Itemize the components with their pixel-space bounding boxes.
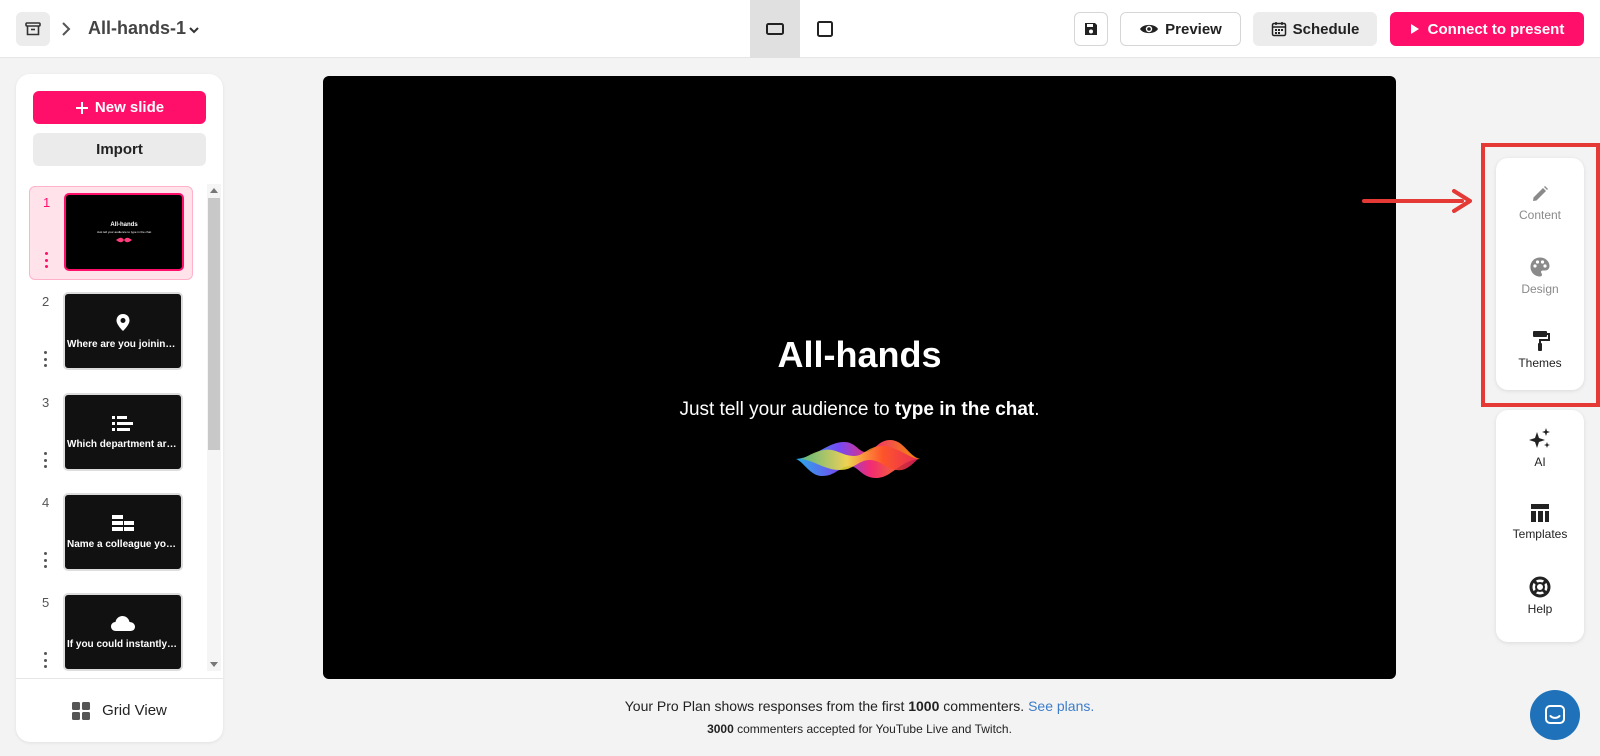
commenter-limit-notice: 3000 commenters accepted for YouTube Liv… bbox=[323, 722, 1396, 736]
slide-number: 5 bbox=[42, 595, 50, 610]
scrollbar-thumb[interactable] bbox=[208, 198, 220, 450]
templates-label: Templates bbox=[1512, 527, 1568, 541]
help-button[interactable]: Help bbox=[1496, 566, 1584, 626]
thumb-label: Which department are you in? bbox=[67, 438, 179, 450]
grid-icon bbox=[72, 701, 91, 720]
preview-label: Preview bbox=[1165, 20, 1222, 38]
plan-notice-count: 1000 bbox=[908, 698, 940, 714]
slide-more-menu[interactable] bbox=[44, 351, 48, 367]
plus-icon bbox=[75, 101, 88, 114]
eye-icon bbox=[1140, 24, 1159, 34]
floppy-disk-icon bbox=[1085, 23, 1097, 35]
subtitle-bold: type in the chat bbox=[894, 399, 1035, 420]
square-icon bbox=[817, 21, 833, 37]
grid-view-button[interactable]: Grid View bbox=[16, 678, 223, 742]
slide-item[interactable]: 4 Name a colleague you'd like to thank bbox=[29, 487, 193, 581]
scroll-up-arrow-icon[interactable] bbox=[210, 188, 218, 193]
slide-more-menu[interactable] bbox=[44, 452, 48, 468]
chevron-down-icon[interactable] bbox=[188, 22, 200, 40]
slide-item[interactable]: 5 If you could instantly improve one thi… bbox=[29, 587, 193, 674]
scroll-down-arrow-icon[interactable] bbox=[210, 662, 218, 667]
annotation-highlight-box bbox=[1481, 143, 1600, 407]
logo-icon bbox=[116, 237, 132, 242]
thumb-subtitle: Just tell your audience to type in the c… bbox=[96, 229, 152, 234]
chat-icon bbox=[1545, 705, 1565, 724]
grid-view-label: Grid View bbox=[102, 702, 167, 719]
slide-thumbnail[interactable]: Name a colleague you'd like to thank bbox=[63, 493, 183, 571]
ai-label: AI bbox=[1534, 455, 1546, 469]
thumb-label: Name a colleague you'd like to thank bbox=[67, 538, 179, 550]
chat-launcher-button[interactable] bbox=[1530, 690, 1580, 740]
slide-thumbnail[interactable]: Where are you joining from? bbox=[63, 292, 183, 370]
play-icon bbox=[1410, 24, 1419, 34]
see-plans-link[interactable]: See plans. bbox=[1028, 698, 1094, 714]
annotation-arrow-shaft bbox=[1362, 199, 1464, 203]
widescreen-icon bbox=[766, 23, 784, 35]
ranked-list-icon bbox=[112, 415, 133, 431]
slide-more-menu[interactable] bbox=[44, 652, 48, 668]
blocks-icon bbox=[112, 514, 134, 531]
commenter-limit-text: commenters accepted for YouTube Live and… bbox=[733, 722, 1012, 736]
archive-icon bbox=[25, 22, 41, 36]
location-pin-icon bbox=[116, 313, 130, 331]
deck-title[interactable]: All-hands-1 bbox=[88, 18, 186, 39]
slide-number: 2 bbox=[42, 294, 50, 309]
slide-title[interactable]: All-hands bbox=[323, 334, 1396, 376]
slide-item[interactable]: 2 Where are you joining from? bbox=[29, 286, 193, 380]
subtitle-end: . bbox=[1034, 399, 1040, 420]
connect-to-present-button[interactable]: Connect to present bbox=[1390, 12, 1584, 46]
widescreen-layout-button[interactable] bbox=[750, 0, 800, 58]
home-button[interactable] bbox=[16, 12, 50, 46]
slide-item[interactable]: 3 Which department are you in? bbox=[29, 387, 193, 481]
cloud-icon bbox=[111, 615, 135, 631]
plan-notice-pre: Your Pro Plan shows responses from the f… bbox=[624, 698, 909, 714]
slide-thumbnail[interactable]: Which department are you in? bbox=[63, 393, 183, 471]
slide-number: 1 bbox=[43, 195, 51, 210]
thumb-label: Where are you joining from? bbox=[67, 338, 179, 350]
calendar-icon bbox=[1271, 22, 1286, 37]
help-label: Help bbox=[1527, 602, 1553, 616]
slide-number: 3 bbox=[42, 395, 50, 410]
new-slide-button[interactable]: New slide bbox=[33, 91, 206, 124]
templates-icon bbox=[1531, 504, 1549, 522]
breadcrumb-chevron-icon bbox=[60, 17, 76, 41]
slide-list: 1 All-hands Just tell your audience to t… bbox=[16, 184, 206, 674]
sparkles-icon bbox=[1529, 428, 1550, 448]
lifebuoy-icon bbox=[1529, 576, 1551, 598]
slide-item[interactable]: 1 All-hands Just tell your audience to t… bbox=[29, 186, 193, 280]
new-slide-label: New slide bbox=[94, 99, 165, 116]
thumb-label: If you could instantly improve one thing bbox=[67, 638, 179, 650]
slide-canvas[interactable]: All-hands Just tell your audience to typ… bbox=[323, 76, 1396, 679]
preview-button[interactable]: Preview bbox=[1120, 12, 1241, 46]
slide-subtitle[interactable]: Just tell your audience to type in the c… bbox=[323, 399, 1396, 421]
slide-thumbnail[interactable]: If you could instantly improve one thing bbox=[63, 593, 183, 671]
import-button[interactable]: Import bbox=[33, 133, 206, 166]
thumb-title: All-hands bbox=[110, 221, 138, 228]
plan-notice-post: commenters. bbox=[939, 698, 1029, 714]
annotation-arrow-icon bbox=[1452, 189, 1472, 213]
commenter-limit-count: 3000 bbox=[707, 722, 734, 736]
slide-more-menu[interactable] bbox=[44, 552, 48, 568]
assist-tools-group: AI Templates Help bbox=[1496, 410, 1584, 642]
plan-notice: Your Pro Plan shows responses from the f… bbox=[323, 698, 1396, 714]
present-label: Connect to present bbox=[1427, 20, 1565, 38]
slides-panel: New slide Import 1 All-hands Just tell y… bbox=[16, 74, 223, 742]
schedule-label: Schedule bbox=[1292, 20, 1360, 38]
slide-more-menu[interactable] bbox=[45, 252, 49, 268]
slide-number: 4 bbox=[42, 495, 50, 510]
templates-button[interactable]: Templates bbox=[1496, 492, 1584, 552]
brand-logo-icon bbox=[796, 440, 920, 478]
top-bar: All-hands-1 Preview Schedule Connect to … bbox=[0, 0, 1600, 58]
slide-thumbnail[interactable]: All-hands Just tell your audience to typ… bbox=[64, 193, 184, 271]
slide-list-scrollbar[interactable] bbox=[207, 184, 221, 671]
subtitle-plain: Just tell your audience to bbox=[679, 399, 895, 420]
schedule-button[interactable]: Schedule bbox=[1253, 12, 1377, 46]
square-layout-button[interactable] bbox=[800, 0, 850, 58]
ai-button[interactable]: AI bbox=[1496, 418, 1584, 478]
save-button[interactable] bbox=[1074, 12, 1108, 46]
